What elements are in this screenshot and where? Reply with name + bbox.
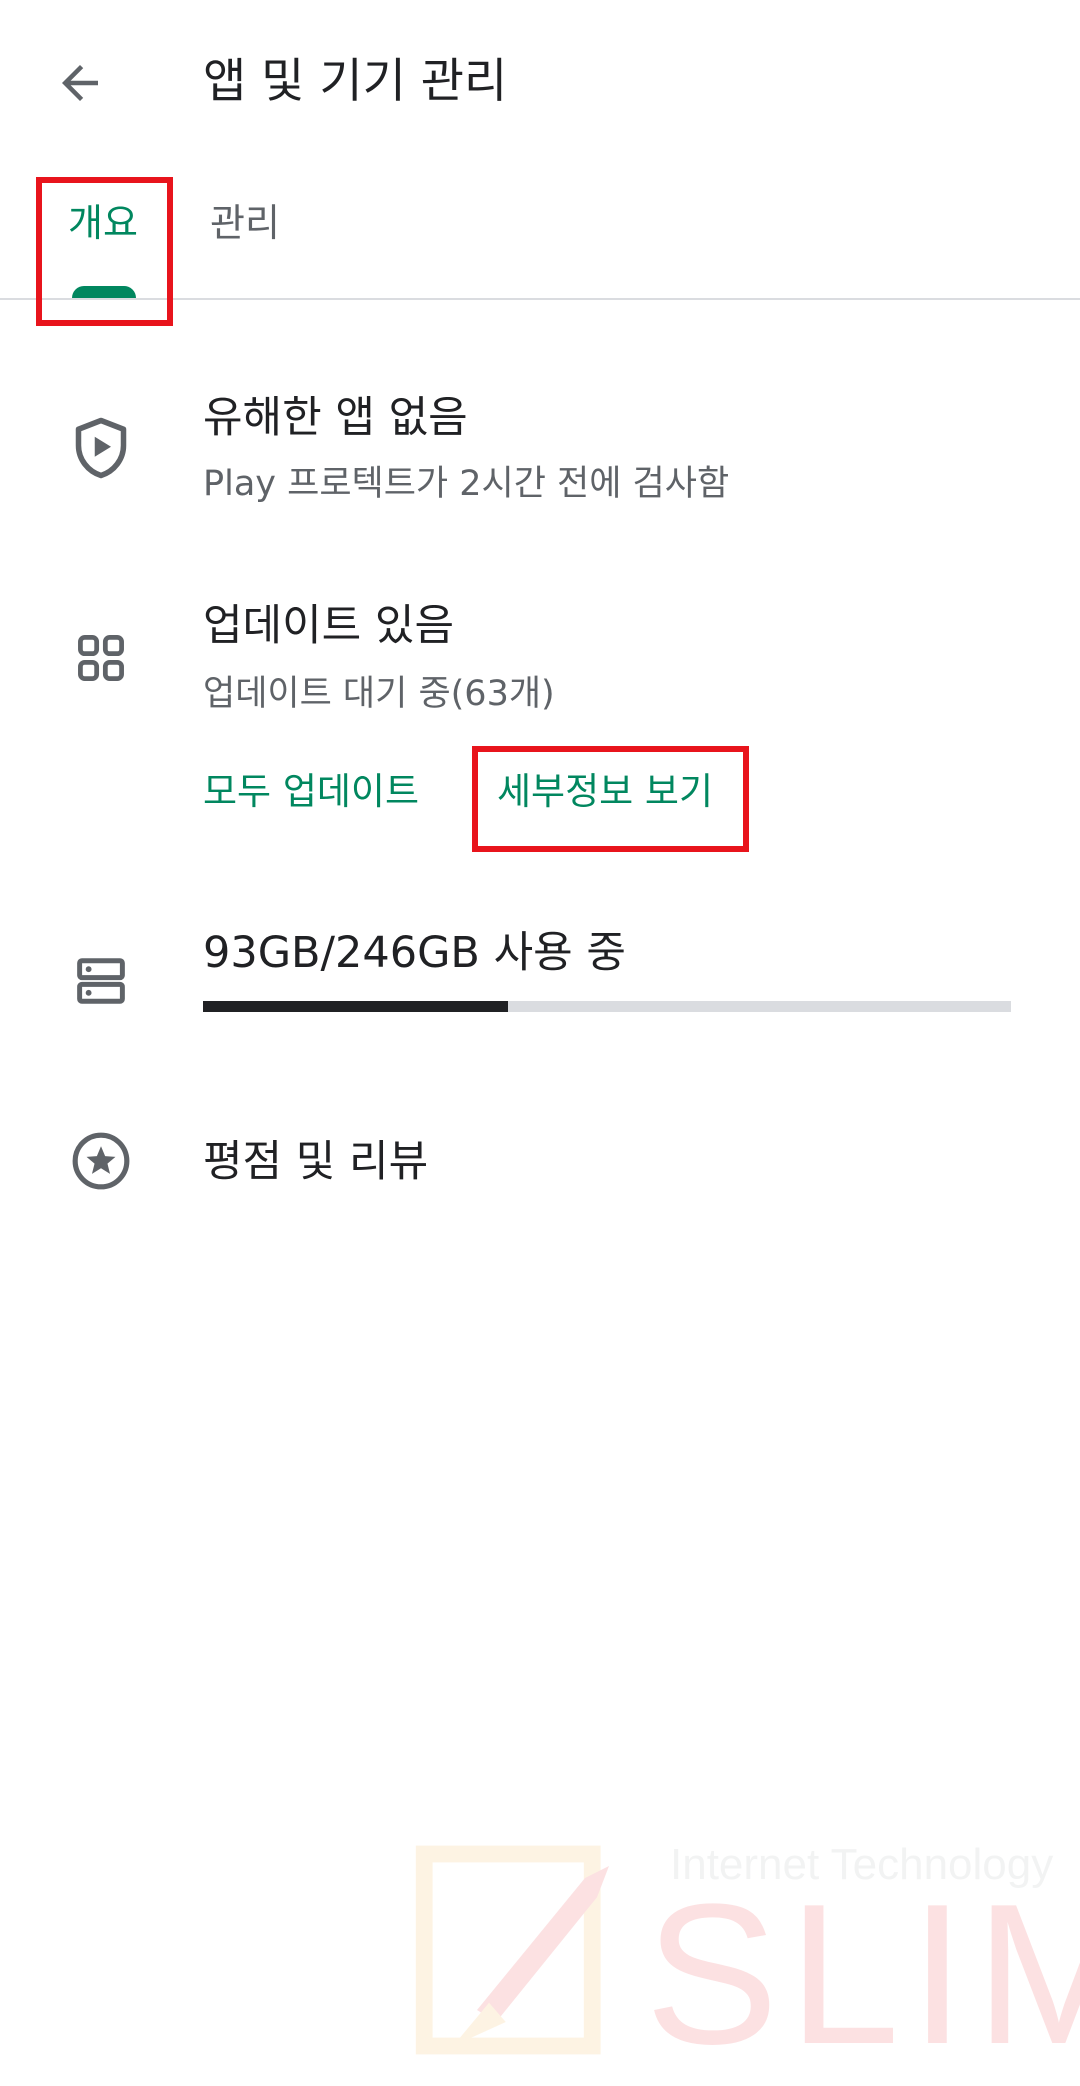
storage-icon xyxy=(77,958,125,1004)
tab-selected-indicator xyxy=(72,286,136,298)
see-details-button[interactable]: 세부정보 보기 xyxy=(497,767,713,817)
shield-play-icon xyxy=(75,417,127,479)
play-protect-icon-wrap xyxy=(68,415,134,481)
app-bar: 앱 및 기기 관리 xyxy=(0,0,1080,165)
tab-bar: 개요 관리 xyxy=(0,170,1080,300)
storage-usage-fill xyxy=(203,1001,509,1012)
updates-subtitle: 업데이트 대기 중(63개) xyxy=(203,674,555,714)
watermark: Internet Technology SLIM xyxy=(405,1830,1080,2080)
apps-grid-icon xyxy=(78,635,124,681)
watermark-brand: SLIM xyxy=(645,1863,1080,2086)
play-protect-title: 유해한 앱 없음 xyxy=(203,393,468,443)
updates-title: 업데이트 있음 xyxy=(203,601,455,651)
ratings-icon-wrap xyxy=(68,1128,134,1194)
tab-manage[interactable]: 관리 xyxy=(210,198,280,248)
star-circle-icon xyxy=(72,1132,130,1190)
update-all-button[interactable]: 모두 업데이트 xyxy=(203,767,419,817)
updates-icon-wrap xyxy=(68,625,134,691)
back-button[interactable] xyxy=(45,48,115,118)
page-title: 앱 및 기기 관리 xyxy=(203,54,508,109)
ratings-title: 평점 및 리뷰 xyxy=(203,1137,429,1187)
storage-icon-wrap xyxy=(68,948,134,1014)
play-protect-subtitle: Play 프로텍트가 2시간 전에 검사함 xyxy=(203,464,730,504)
arrow-back-icon xyxy=(62,65,98,101)
tab-overview[interactable]: 개요 xyxy=(68,198,138,248)
rocket-logo-icon xyxy=(415,1845,609,2055)
watermark-subtitle: Internet Technology xyxy=(670,1840,1054,1889)
storage-usage-bar xyxy=(203,1001,1011,1012)
storage-title: 93GB/246GB 사용 중 xyxy=(203,928,626,978)
